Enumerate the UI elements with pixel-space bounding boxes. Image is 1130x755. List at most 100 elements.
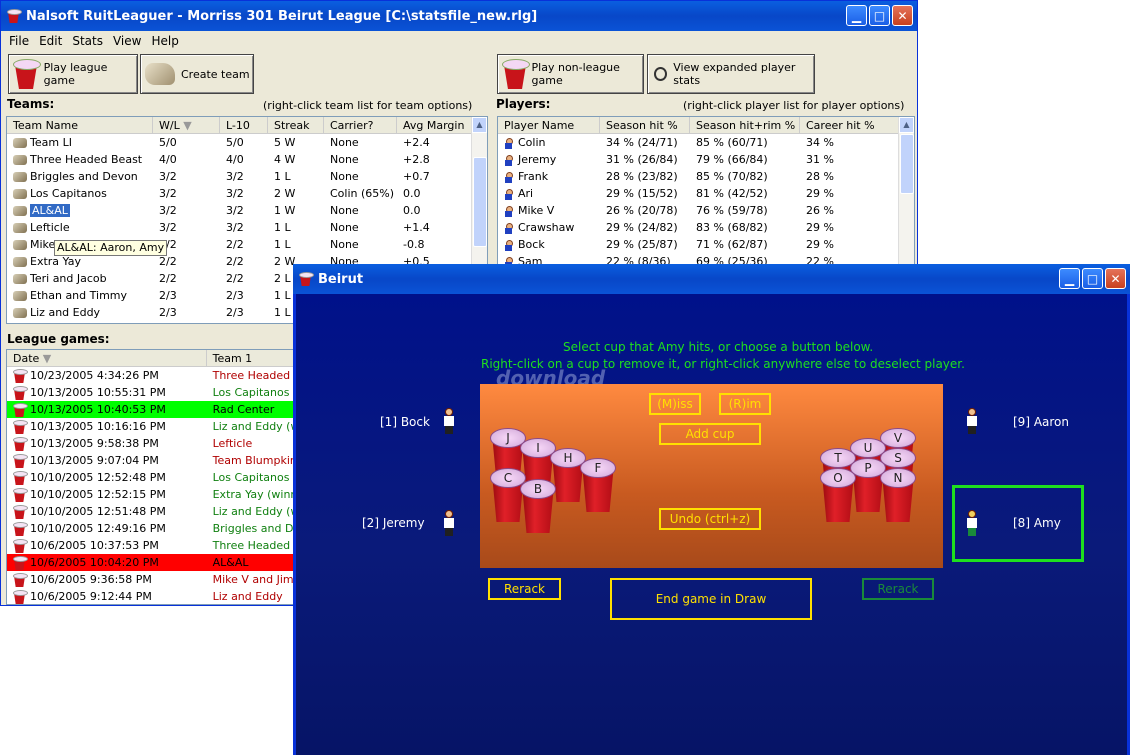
col-player-name[interactable]: Player Name xyxy=(498,117,600,133)
miss-button[interactable]: (M)iss xyxy=(649,393,701,415)
team-cell: None xyxy=(330,238,359,251)
player-row[interactable]: Frank 28 % (23/82) 85 % (70/82) 28 % xyxy=(498,168,914,185)
player-row[interactable]: Crawshaw 29 % (24/82) 83 % (68/82) 29 % xyxy=(498,219,914,236)
game-row[interactable]: 10/6/2005 9:12:44 PM Liz and Eddy xyxy=(7,588,305,604)
game-row[interactable]: 10/10/2005 12:49:16 PM Briggles and Devo xyxy=(7,520,305,537)
menu-view[interactable]: View xyxy=(109,34,147,48)
minimize-button[interactable]: ▁ xyxy=(846,5,867,26)
game-row[interactable]: 10/13/2005 9:58:38 PM Lefticle xyxy=(7,435,305,452)
team-cell: 2/2 xyxy=(159,272,177,285)
team-cell: 5/0 xyxy=(159,136,177,149)
games-header: Date ▼ Team 1 xyxy=(7,350,305,367)
handshake-icon xyxy=(13,240,27,250)
player-cell: 83 % (68/82) xyxy=(696,221,768,234)
end-game-draw-button[interactable]: End game in Draw xyxy=(610,578,812,620)
player-cell: 71 % (62/87) xyxy=(696,238,768,251)
undo-button[interactable]: Undo (ctrl+z) xyxy=(659,508,761,530)
col-team-name[interactable]: Team Name xyxy=(7,117,153,133)
team-cell: 3/2 xyxy=(226,187,244,200)
menu-file[interactable]: File xyxy=(5,34,35,48)
game-date: 10/10/2005 12:52:48 PM xyxy=(30,471,166,484)
cup-n[interactable]: N xyxy=(880,468,916,522)
main-title-bar[interactable]: Nalsoft RuitLeaguer - Morriss 301 Beirut… xyxy=(1,1,917,31)
person-icon xyxy=(504,154,513,166)
game-row[interactable]: 10/13/2005 10:40:53 PM Rad Center xyxy=(7,401,305,418)
game-row[interactable]: 10/10/2005 12:51:48 PM Liz and Eddy (win xyxy=(7,503,305,520)
game-row[interactable]: 10/6/2005 10:37:53 PM Three Headed Be xyxy=(7,537,305,554)
menu-edit[interactable]: Edit xyxy=(35,34,68,48)
game-row[interactable]: 10/10/2005 12:52:15 PM Extra Yay (winne xyxy=(7,486,305,503)
player-2-label[interactable]: [2] Jeremy xyxy=(362,516,425,530)
col-team1[interactable]: Team 1 xyxy=(207,350,305,366)
player-cell: 26 % (20/78) xyxy=(606,204,678,217)
game-board[interactable]: Select cup that Amy hits, or choose a bu… xyxy=(296,294,1127,755)
game-row[interactable]: 10/10/2005 12:52:48 PM Los Capitanos (w xyxy=(7,469,305,486)
col-wl[interactable]: W/L ▼ xyxy=(153,117,220,133)
close-button[interactable]: ✕ xyxy=(892,5,913,26)
league-games-list[interactable]: Date ▼ Team 1 10/23/2005 4:34:26 PM Three… xyxy=(6,349,306,605)
game-row[interactable]: 10/6/2005 9:36:58 PM Mike V and Jimmy xyxy=(7,571,305,588)
team-row[interactable]: Three Headed Beast 4/0 4/0 4 W None +2.8 xyxy=(7,151,487,168)
col-carrier[interactable]: Carrier? xyxy=(324,117,397,133)
menu-help[interactable]: Help xyxy=(147,34,184,48)
game-row[interactable]: 10/6/2005 10:04:20 PM AL&AL xyxy=(7,554,305,571)
player-row[interactable]: Mike V 26 % (20/78) 76 % (59/78) 26 % xyxy=(498,202,914,219)
col-season-hit-rim[interactable]: Season hit+rim % xyxy=(690,117,800,133)
col-streak[interactable]: Streak xyxy=(268,117,324,133)
menu-stats[interactable]: Stats xyxy=(68,34,109,48)
cup-o[interactable]: O xyxy=(820,468,856,522)
players-header: Player Name Season hit % Season hit+rim … xyxy=(498,117,914,134)
beer-pong-table[interactable]: (M)iss (R)im Add cup Undo (ctrl+z) JIHFC… xyxy=(480,384,943,568)
team-cell: Colin (65%) xyxy=(330,187,395,200)
rerack-left-button[interactable]: Rerack xyxy=(488,578,561,600)
red-cup-icon xyxy=(13,59,41,89)
person-icon xyxy=(504,137,513,149)
maximize-button[interactable]: □ xyxy=(869,5,890,26)
team-cell: 3/2 xyxy=(159,221,177,234)
handshake-icon xyxy=(13,291,27,301)
player-figure-icon xyxy=(965,408,979,434)
team-row[interactable]: AL&AL 3/2 3/2 1 W None 0.0 xyxy=(7,202,487,219)
minimize-button[interactable]: ▁ xyxy=(1059,268,1080,289)
player-1-label[interactable]: [1] Bock xyxy=(380,415,430,429)
play-non-league-game-button[interactable]: Play non-league game xyxy=(497,54,644,94)
player-9-label[interactable]: [9] Aaron xyxy=(1013,415,1069,429)
players-scrollbar[interactable]: ▲ xyxy=(898,117,914,265)
maximize-button[interactable]: □ xyxy=(1082,268,1103,289)
game-row[interactable]: 10/13/2005 9:07:04 PM Team Blumpkin xyxy=(7,452,305,469)
player-row[interactable]: Colin 34 % (24/71) 85 % (60/71) 34 % xyxy=(498,134,914,151)
cup-b[interactable]: B xyxy=(520,479,556,533)
player-cell: 31 % xyxy=(806,153,834,166)
player-row[interactable]: Ari 29 % (15/52) 81 % (42/52) 29 % xyxy=(498,185,914,202)
game-row[interactable]: 10/13/2005 10:16:16 PM Liz and Eddy (win xyxy=(7,418,305,435)
col-date[interactable]: Date ▼ xyxy=(7,350,207,366)
create-team-button[interactable]: Create team xyxy=(140,54,254,94)
col-l10[interactable]: L-10 xyxy=(220,117,268,133)
rim-button[interactable]: (R)im xyxy=(719,393,771,415)
player-row[interactable]: Bock 29 % (25/87) 71 % (62/87) 29 % xyxy=(498,236,914,253)
rerack-right-button[interactable]: Rerack xyxy=(862,578,934,600)
col-avg-margin[interactable]: Avg Margin xyxy=(397,117,473,133)
red-cup-icon xyxy=(13,488,28,502)
add-cup-button[interactable]: Add cup xyxy=(659,423,761,445)
col-career-hit[interactable]: Career hit % xyxy=(800,117,900,133)
player-cell: 26 % xyxy=(806,204,834,217)
game-row[interactable]: 10/23/2005 4:34:26 PM Three Headed Be xyxy=(7,367,305,384)
team-row[interactable]: Team LI 5/0 5/0 5 W None +2.4 xyxy=(7,134,487,151)
col-season-hit[interactable]: Season hit % xyxy=(600,117,690,133)
view-expanded-stats-button[interactable]: View expanded player stats xyxy=(647,54,815,94)
beirut-title-bar[interactable]: Beirut ▁ □ ✕ xyxy=(293,264,1130,294)
player-8-label[interactable]: [8] Amy xyxy=(1013,516,1061,530)
player-name: Frank xyxy=(518,170,549,183)
handshake-icon xyxy=(145,63,175,85)
team-row[interactable]: Lefticle 3/2 3/2 1 L None +1.4 xyxy=(7,219,487,236)
player-row[interactable]: Jeremy 31 % (26/84) 79 % (66/84) 31 % xyxy=(498,151,914,168)
play-league-game-button[interactable]: Play league game xyxy=(8,54,138,94)
cup-f[interactable]: F xyxy=(580,458,616,512)
close-button[interactable]: ✕ xyxy=(1105,268,1126,289)
players-list[interactable]: Player Name Season hit % Season hit+rim … xyxy=(497,116,915,266)
game-row[interactable]: 10/13/2005 10:55:31 PM Los Capitanos (w xyxy=(7,384,305,401)
sort-down-icon: ▼ xyxy=(42,352,52,365)
team-row[interactable]: Los Capitanos 3/2 3/2 2 W Colin (65%) 0.0 xyxy=(7,185,487,202)
team-row[interactable]: Briggles and Devon 3/2 3/2 1 L None +0.7 xyxy=(7,168,487,185)
